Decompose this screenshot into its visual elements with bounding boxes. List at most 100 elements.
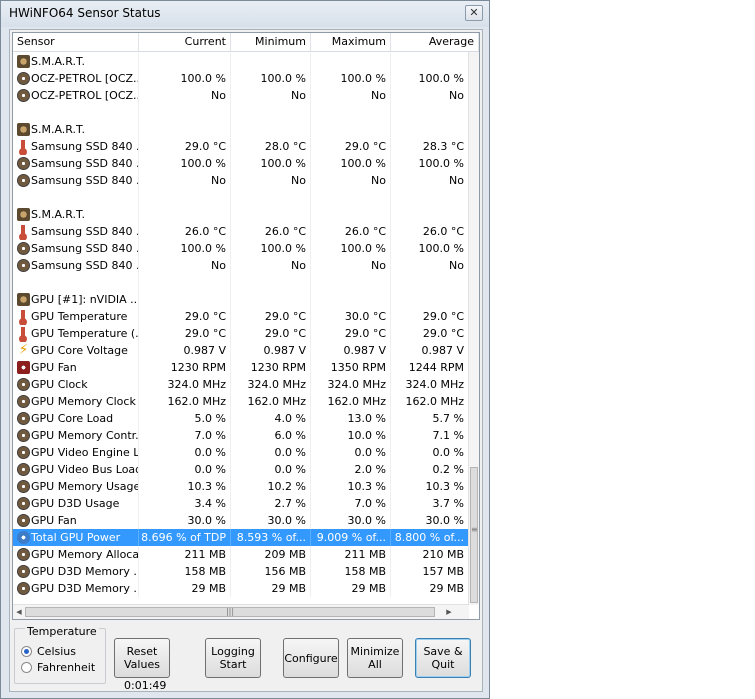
table-row[interactable] xyxy=(13,189,469,206)
sensor-status-window: HWiNFO64 Sensor Status ✕ Sensor Current … xyxy=(0,0,490,699)
vertical-scrollbar[interactable]: ≡ xyxy=(468,52,479,605)
table-row[interactable]: Total GPU Power 8.696 % of TDP 8.593 % of.… xyxy=(13,529,469,546)
configure-button[interactable]: Configure xyxy=(283,638,339,678)
maximum-value: 2.0 % xyxy=(311,461,391,478)
sensor-name: GPU D3D Memory ... xyxy=(31,565,139,578)
average-value: 1244 RPM xyxy=(391,359,469,376)
table-row[interactable]: Samsung SSD 840 ... No No No No xyxy=(13,257,469,274)
table-row[interactable]: OCZ-PETROL [OCZ... 100.0 % 100.0 % 100.0 % 1… xyxy=(13,70,469,87)
table-row[interactable]: GPU Clock 324.0 MHz 324.0 MHz 324.0 MHz 324.… xyxy=(13,376,469,393)
sensor-table: Sensor Current Minimum Maximum Average S… xyxy=(12,32,480,620)
table-row[interactable]: S.M.A.R.T. xyxy=(13,121,469,138)
table-row[interactable]: Samsung SSD 840 ... 26.0 °C 26.0 °C 26.0 °C… xyxy=(13,223,469,240)
table-row[interactable]: GPU Temperature 29.0 °C 29.0 °C 30.0 °C 29.0… xyxy=(13,308,469,325)
average-value: 100.0 % xyxy=(391,155,469,172)
table-row[interactable]: Samsung SSD 840 ... 29.0 °C 28.0 °C 29.0 °C… xyxy=(13,138,469,155)
minimum-value xyxy=(231,206,311,223)
table-row[interactable]: GPU Temperature (... 29.0 °C 29.0 °C 29.0 °… xyxy=(13,325,469,342)
close-button[interactable]: ✕ xyxy=(465,5,483,21)
table-row[interactable]: Samsung SSD 840 ... No No No No xyxy=(13,172,469,189)
save-quit-button[interactable]: Save & Quit xyxy=(415,638,471,678)
sensor-name: S.M.A.R.T. xyxy=(31,55,85,68)
sensor-name-cell: Samsung SSD 840 ... xyxy=(13,138,139,155)
horizontal-scroll-thumb[interactable]: ||| xyxy=(25,607,435,617)
maximum-value: 29.0 °C xyxy=(311,325,391,342)
table-row[interactable]: GPU D3D Memory ... 158 MB 156 MB 158 MB 157 … xyxy=(13,563,469,580)
sensor-name-cell: GPU Video Engine L... xyxy=(13,444,139,461)
table-row[interactable] xyxy=(13,274,469,291)
maximum-value: 1350 RPM xyxy=(311,359,391,376)
table-row[interactable]: GPU Video Engine L... 0.0 % 0.0 % 0.0 % 0.0 … xyxy=(13,444,469,461)
column-header-minimum[interactable]: Minimum xyxy=(231,33,311,51)
current-value: 1230 RPM xyxy=(139,359,231,376)
table-row[interactable]: S.M.A.R.T. xyxy=(13,53,469,70)
horizontal-scrollbar[interactable]: ◀ ||| ▶ xyxy=(13,604,469,619)
table-row[interactable] xyxy=(13,104,469,121)
celsius-radio[interactable]: Celsius xyxy=(21,645,101,659)
table-row[interactable]: GPU D3D Memory ... 29 MB 29 MB 29 MB 29 MB xyxy=(13,580,469,597)
reset-values-button[interactable]: Reset Values xyxy=(114,638,170,678)
sensor-name-cell: GPU Memory Alloca... xyxy=(13,546,139,563)
current-value: 211 MB xyxy=(139,546,231,563)
minimize-all-button[interactable]: Minimize All xyxy=(347,638,403,678)
title-bar[interactable]: HWiNFO64 Sensor Status ✕ xyxy=(1,1,489,27)
column-header-current[interactable]: Current xyxy=(139,33,231,51)
sensor-name-cell: GPU Clock xyxy=(13,376,139,393)
table-row[interactable]: S.M.A.R.T. xyxy=(13,206,469,223)
maximum-value xyxy=(311,291,391,308)
minimum-value: 1230 RPM xyxy=(231,359,311,376)
scroll-right-icon[interactable]: ▶ xyxy=(443,606,455,618)
current-value: 0.0 % xyxy=(139,444,231,461)
sensor-name: GPU Video Bus Load xyxy=(31,463,139,476)
maximum-value xyxy=(311,53,391,70)
sensor-disc-icon xyxy=(17,242,30,255)
sensor-name-cell: GPU Temperature xyxy=(13,308,139,325)
logging-start-button[interactable]: Logging Start xyxy=(205,638,261,678)
current-value: 100.0 % xyxy=(139,70,231,87)
window-title: HWiNFO64 Sensor Status xyxy=(9,6,161,20)
maximum-value: 100.0 % xyxy=(311,240,391,257)
table-row[interactable]: GPU Fan 1230 RPM 1230 RPM 1350 RPM 1244 RPM xyxy=(13,359,469,376)
sensor-name-cell: GPU Memory Usage xyxy=(13,478,139,495)
table-row[interactable]: GPU Memory Clock 162.0 MHz 162.0 MHz 162.0 … xyxy=(13,393,469,410)
minimum-value: No xyxy=(231,257,311,274)
current-value: 10.3 % xyxy=(139,478,231,495)
table-row[interactable]: GPU Memory Alloca... 211 MB 209 MB 211 MB 21… xyxy=(13,546,469,563)
column-header-sensor[interactable]: Sensor xyxy=(13,33,139,51)
sensor-name: GPU Memory Clock xyxy=(31,395,136,408)
table-row[interactable]: GPU Video Bus Load 0.0 % 0.0 % 2.0 % 0.2 % xyxy=(13,461,469,478)
table-row[interactable]: GPU Memory Usage 10.3 % 10.2 % 10.3 % 10.3 % xyxy=(13,478,469,495)
average-value: 7.1 % xyxy=(391,427,469,444)
minimum-value xyxy=(231,104,311,121)
table-row[interactable]: GPU Fan 30.0 % 30.0 % 30.0 % 30.0 % xyxy=(13,512,469,529)
maximum-value xyxy=(311,121,391,138)
table-row[interactable]: OCZ-PETROL [OCZ... No No No No xyxy=(13,87,469,104)
table-row[interactable]: ⚡ GPU Core Voltage 0.987 V 0.987 V 0.987 V 0.… xyxy=(13,342,469,359)
maximum-value xyxy=(311,274,391,291)
current-value: 162.0 MHz xyxy=(139,393,231,410)
table-row[interactable]: GPU Memory Contr... 7.0 % 6.0 % 10.0 % 7.1 % xyxy=(13,427,469,444)
table-row[interactable]: GPU D3D Usage 3.4 % 2.7 % 7.0 % 3.7 % xyxy=(13,495,469,512)
minimum-value: 28.0 °C xyxy=(231,138,311,155)
maximum-value: 324.0 MHz xyxy=(311,376,391,393)
table-row[interactable]: GPU [#1]: nVIDIA ... xyxy=(13,291,469,308)
chip-icon xyxy=(17,55,30,68)
current-value: 30.0 % xyxy=(139,512,231,529)
average-value: 28.3 °C xyxy=(391,138,469,155)
table-row[interactable]: Samsung SSD 840 ... 100.0 % 100.0 % 100.0 %… xyxy=(13,155,469,172)
sensor-name-cell: GPU Memory Clock xyxy=(13,393,139,410)
sensor-name: GPU Video Engine L... xyxy=(31,446,139,459)
voltage-bolt-icon: ⚡ xyxy=(18,342,29,358)
fahrenheit-radio[interactable]: Fahrenheit xyxy=(21,661,101,675)
scroll-left-icon[interactable]: ◀ xyxy=(13,606,25,618)
column-header-maximum[interactable]: Maximum xyxy=(311,33,391,51)
sensor-name-cell: GPU Fan xyxy=(13,512,139,529)
average-value xyxy=(391,291,469,308)
sensor-name: GPU Core Voltage xyxy=(31,344,128,357)
column-header-average[interactable]: Average xyxy=(391,33,479,51)
current-value: 29.0 °C xyxy=(139,325,231,342)
vertical-scroll-thumb[interactable]: ≡ xyxy=(470,467,478,603)
average-value: 29.0 °C xyxy=(391,325,469,342)
table-row[interactable]: Samsung SSD 840 ... 100.0 % 100.0 % 100.0 %… xyxy=(13,240,469,257)
table-row[interactable]: GPU Core Load 5.0 % 4.0 % 13.0 % 5.7 % xyxy=(13,410,469,427)
